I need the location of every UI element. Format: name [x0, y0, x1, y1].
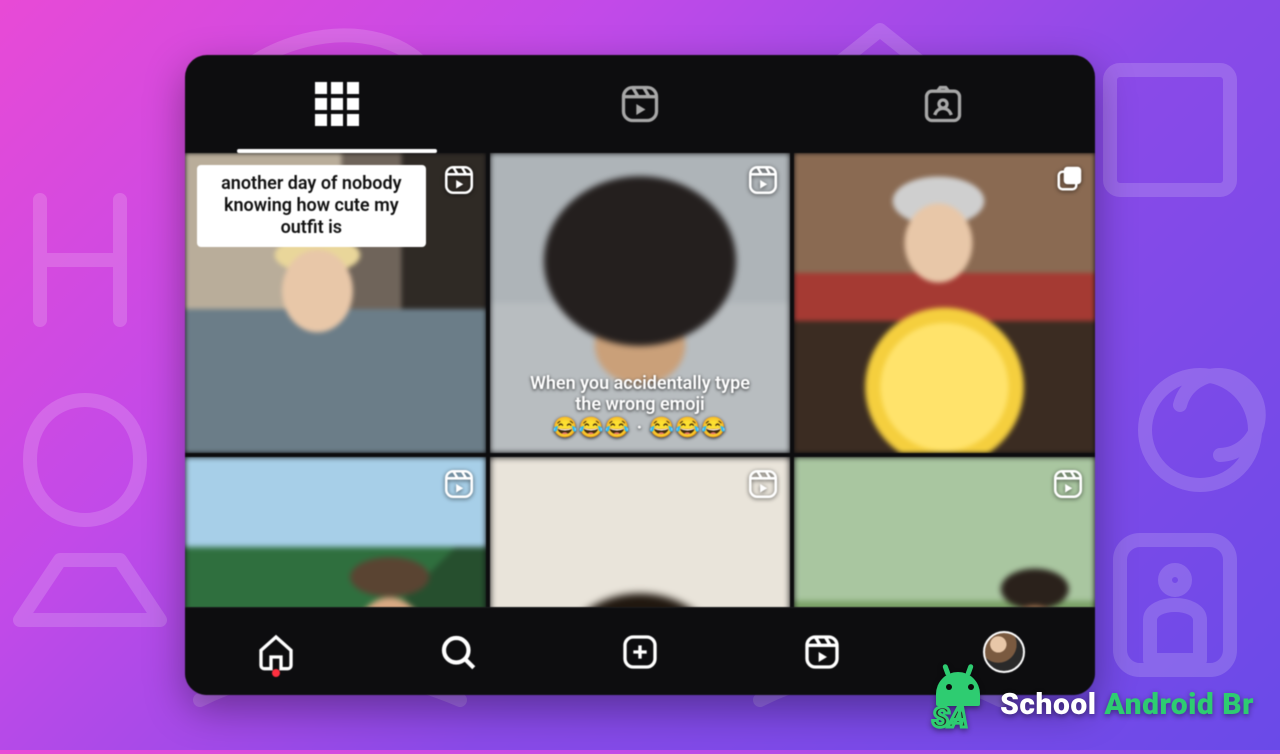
tab-grid[interactable] [185, 55, 488, 153]
tab-tagged[interactable] [792, 55, 1095, 153]
home-icon [256, 632, 296, 672]
post-thumbnail[interactable] [490, 457, 791, 607]
reels-badge-icon [746, 163, 780, 201]
carousel-badge-icon [1055, 163, 1085, 197]
post-grid: another day of nobody knowing how cute m… [185, 153, 1095, 607]
nav-create[interactable] [549, 608, 731, 695]
reels-badge-icon [1051, 467, 1085, 505]
notification-dot-icon [272, 669, 280, 677]
nav-search[interactable] [367, 608, 549, 695]
post-thumbnail[interactable]: When you accidentally type the wrong emo… [490, 153, 791, 453]
profile-avatar-icon [983, 631, 1025, 673]
post-caption-overlay: another day of nobody knowing how cute m… [197, 165, 426, 247]
reels-badge-icon [442, 163, 476, 201]
grid-icon [315, 82, 359, 126]
nav-profile[interactable] [913, 608, 1095, 695]
search-icon [437, 631, 479, 673]
plus-square-icon [620, 632, 660, 672]
reels-badge-icon [442, 467, 476, 505]
post-thumbnail[interactable] [185, 457, 486, 607]
reels-badge-icon [746, 467, 780, 505]
post-thumbnail[interactable] [794, 457, 1095, 607]
profile-content-tabs [185, 55, 1095, 153]
nav-reels[interactable] [731, 608, 913, 695]
bottom-nav [185, 607, 1095, 695]
post-thumbnail[interactable]: another day of nobody knowing how cute m… [185, 153, 486, 453]
reels-icon [618, 82, 662, 126]
nav-home[interactable] [185, 608, 367, 695]
post-thumbnail[interactable] [794, 153, 1095, 453]
tagged-icon [921, 82, 965, 126]
app-screenshot: another day of nobody knowing how cute m… [185, 55, 1095, 695]
post-caption-overlay: When you accidentally type the wrong emo… [520, 373, 761, 439]
tab-reels[interactable] [488, 55, 791, 153]
reels-icon [802, 632, 842, 672]
